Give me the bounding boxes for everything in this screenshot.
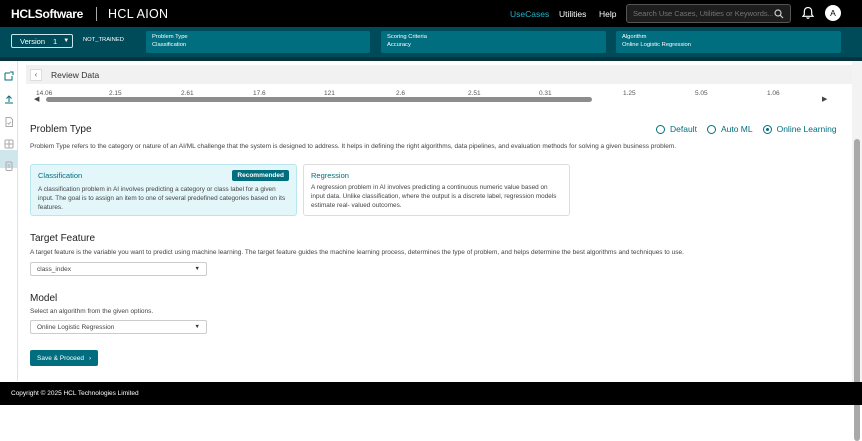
data-source-icon[interactable]: [3, 70, 15, 82]
config-bar-rule: [0, 57, 862, 61]
chevron-down-icon: ▼: [63, 38, 70, 44]
problem-type-summary[interactable]: Problem Type Classification: [146, 31, 370, 53]
algorithm-summary[interactable]: Algorithm Online Logistic Regression: [616, 31, 841, 53]
version-select[interactable]: Version 1 ▼: [11, 34, 73, 48]
chevron-down-icon: ▼: [194, 324, 200, 330]
learning-mode-radio-group: Default Auto ML Online Learning: [656, 124, 837, 134]
horizontal-scrollbar[interactable]: ◀ ▶: [30, 95, 834, 104]
recommended-badge: Recommended: [232, 170, 289, 181]
summary-label: Scoring Criteria: [387, 34, 427, 40]
version-label: Version: [20, 36, 46, 46]
user-avatar[interactable]: A: [825, 5, 841, 21]
search-icon[interactable]: [774, 9, 784, 19]
training-status: NOT_TRAINED: [83, 37, 124, 43]
nav-help[interactable]: Help: [599, 0, 616, 27]
chevron-left-icon[interactable]: ‹: [30, 68, 42, 81]
logo-divider: [96, 6, 98, 21]
button-label: Save & Proceed: [37, 354, 84, 362]
scroll-right-icon[interactable]: ▶: [822, 95, 827, 103]
settings-grid-icon[interactable]: [3, 138, 15, 150]
document-check-icon[interactable]: [3, 116, 15, 128]
selected-value: class_index: [37, 265, 71, 273]
problem-type-description: Problem Type refers to the category or n…: [30, 143, 677, 150]
target-feature-heading: Target Feature: [30, 233, 96, 244]
model-select[interactable]: Online Logistic Regression ▼: [30, 320, 207, 334]
nav-usecases[interactable]: UseCases: [510, 0, 549, 27]
review-data-title: Review Data: [51, 69, 100, 80]
radio-label: Online Learning: [776, 124, 837, 134]
target-feature-select[interactable]: class_index ▼: [30, 262, 207, 276]
radio-default[interactable]: Default: [656, 124, 697, 134]
summary-label: Algorithm: [622, 34, 647, 40]
radio-checked-icon[interactable]: [762, 124, 772, 134]
radio-circle-icon[interactable]: [706, 124, 716, 134]
summary-label: Problem Type: [152, 34, 188, 40]
radio-label: Default: [670, 124, 697, 134]
review-data-header: ‹ Review Data: [26, 65, 852, 84]
model-heading: Model: [30, 293, 58, 304]
radio-auto-ml[interactable]: Auto ML: [706, 124, 753, 134]
save-and-proceed-button[interactable]: Save & Proceed ›: [30, 350, 98, 366]
global-search[interactable]: [626, 4, 791, 23]
version-value: 1: [53, 36, 58, 46]
step-sidebar: [0, 61, 18, 381]
radio-label: Auto ML: [720, 124, 753, 134]
product-name: HCL AION: [108, 6, 169, 21]
summary-value: Online Logistic Regression: [622, 42, 691, 48]
scroll-left-icon[interactable]: ◀: [34, 95, 39, 103]
upload-icon[interactable]: [3, 93, 15, 105]
scoring-criteria-summary[interactable]: Scoring Criteria Accuracy: [381, 31, 606, 53]
clipboard-icon[interactable]: [3, 160, 15, 172]
option-description: A regression problem in AI involves pred…: [311, 184, 557, 209]
scrollbar-thumb[interactable]: [46, 97, 592, 102]
brand-logo: HCLSoftware: [11, 6, 84, 21]
notification-bell-icon[interactable]: [801, 6, 815, 20]
problem-type-heading: Problem Type: [30, 124, 92, 135]
option-title: Regression: [311, 171, 349, 180]
radio-online-learning[interactable]: Online Learning: [762, 124, 837, 134]
regression-option-card[interactable]: Regression A regression problem in AI in…: [303, 164, 570, 216]
chevron-right-icon: ›: [88, 354, 92, 362]
summary-value: Accuracy: [387, 42, 411, 48]
radio-circle-icon[interactable]: [656, 124, 665, 134]
vertical-scrollbar[interactable]: [852, 61, 862, 441]
classification-option-card[interactable]: Classification Recommended A classificat…: [30, 164, 297, 216]
selected-value: Online Logistic Regression: [37, 323, 115, 331]
chevron-down-icon: ▼: [194, 266, 200, 272]
footer: Copyright © 2025 HCL Technologies Limite…: [0, 382, 862, 405]
summary-value: Classification: [152, 42, 187, 48]
nav-utilities[interactable]: Utilities: [559, 0, 586, 27]
search-input[interactable]: [633, 9, 773, 18]
option-description: A classification problem in AI involves …: [38, 186, 286, 211]
usecase-config-bar: Version 1 ▼ NOT_TRAINED Problem Type Cla…: [0, 27, 862, 61]
model-description: Select an algorithm from the given optio…: [30, 308, 154, 315]
copyright-text: Copyright © 2025 HCL Technologies Limite…: [11, 390, 139, 397]
target-feature-description: A target feature is the variable you wan…: [30, 249, 684, 256]
